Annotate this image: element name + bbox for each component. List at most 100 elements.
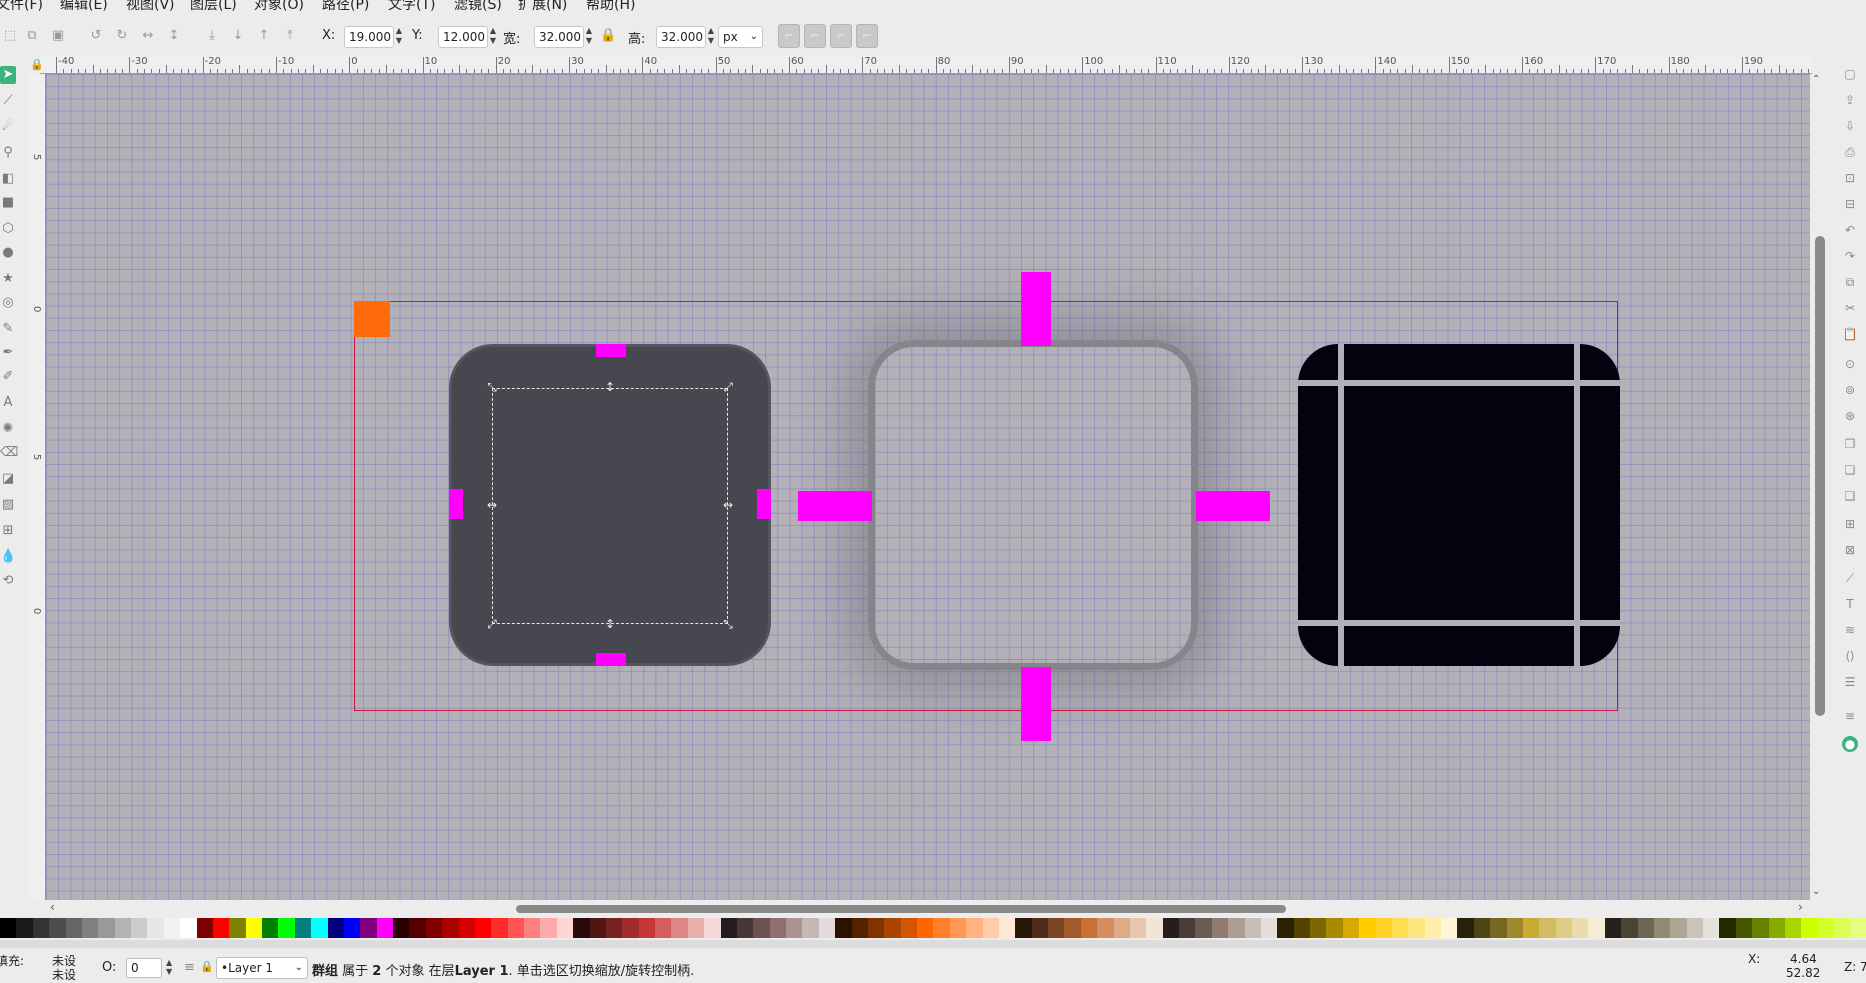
group-icon[interactable]: ⊞ (1842, 516, 1858, 532)
menu-path[interactable]: 路径(P) (322, 0, 369, 12)
color-swatch[interactable] (1031, 918, 1048, 938)
color-swatch[interactable] (1768, 918, 1785, 938)
scale-handle-nw-icon[interactable]: ⤡ (485, 380, 499, 394)
selector-tool-icon[interactable]: ➤ (0, 66, 16, 84)
pencil-tool-icon[interactable]: ✎ (0, 320, 16, 338)
menu-view[interactable]: 视图(V) (126, 0, 175, 12)
color-swatch[interactable] (1359, 918, 1376, 938)
unlink-clone-icon[interactable]: ❑ (1842, 488, 1858, 504)
color-swatch[interactable] (98, 918, 115, 938)
rotate-ccw-icon[interactable]: ↺ (88, 28, 104, 44)
opacity-input[interactable]: 0 (126, 958, 162, 978)
color-swatch[interactable] (1015, 918, 1032, 938)
color-swatch[interactable] (1064, 918, 1081, 938)
color-swatch[interactable] (311, 918, 328, 938)
clone-icon[interactable]: ❏ (1842, 462, 1858, 478)
raise-icon[interactable]: ↑ (256, 28, 272, 44)
fill-stroke-icon[interactable]: ⟋ (1842, 570, 1858, 586)
move-gradients-button[interactable]: ⌐ (830, 24, 852, 48)
gradient-tool-icon[interactable]: ▨ (0, 496, 16, 514)
color-swatch[interactable] (524, 918, 541, 938)
menu-file[interactable]: 文件(F) (0, 0, 43, 12)
stroke-indicator[interactable]: 未设 (52, 966, 76, 983)
color-swatch[interactable] (1686, 918, 1703, 938)
color-swatch[interactable] (1277, 918, 1294, 938)
raise-to-top-icon[interactable]: ⤒ (282, 28, 298, 44)
color-swatch[interactable] (1129, 918, 1147, 938)
color-swatch[interactable] (49, 918, 66, 938)
flip-vertical-icon[interactable]: ↕ (166, 28, 182, 44)
zoom-value[interactable]: 73 (1860, 960, 1866, 974)
color-swatch[interactable] (982, 918, 999, 938)
color-swatch[interactable] (1326, 918, 1343, 938)
color-swatch[interactable] (1637, 918, 1654, 938)
height-input[interactable]: 32.000 (656, 26, 706, 48)
color-swatch[interactable] (949, 918, 967, 938)
color-swatch[interactable] (229, 918, 246, 938)
color-swatch[interactable] (1211, 918, 1229, 938)
color-swatch[interactable] (1817, 918, 1834, 938)
color-swatch[interactable] (1604, 918, 1622, 938)
color-swatch[interactable] (573, 918, 590, 938)
color-swatch[interactable] (589, 918, 606, 938)
color-swatch[interactable] (245, 918, 262, 938)
icon-outline-rounded-square[interactable] (868, 340, 1198, 670)
cut-icon[interactable]: ✂ (1842, 300, 1858, 316)
text-tool-icon[interactable]: A (0, 394, 16, 412)
print-icon[interactable]: ⎙ (1842, 144, 1858, 160)
color-swatch[interactable] (1621, 918, 1638, 938)
color-swatch[interactable] (1260, 918, 1278, 938)
x-stepper-icon[interactable]: ▲ ▼ (394, 26, 404, 48)
color-swatch[interactable] (1834, 918, 1851, 938)
scale-handle-se-icon[interactable]: ⤡ (721, 617, 735, 631)
scale-stroke-button[interactable]: ⌐ (778, 24, 800, 48)
color-swatch[interactable] (704, 918, 721, 938)
dropper-tool-icon[interactable]: 💧 (0, 548, 16, 566)
ellipse-tool-icon[interactable]: ● (0, 244, 16, 262)
color-swatch[interactable] (1179, 918, 1196, 938)
color-swatch[interactable] (687, 918, 705, 938)
color-swatch[interactable] (1719, 918, 1736, 938)
color-swatch[interactable] (1293, 918, 1310, 938)
ruler-top[interactable]: -40 -30 -20 -10 0 10 20 30 40 50 60 70 80 90 100 110 120… (40, 56, 1812, 74)
rectangle-tool-icon[interactable]: ■ (0, 194, 16, 212)
move-patterns-button[interactable]: ⌐ (856, 24, 878, 48)
color-swatch[interactable] (1555, 918, 1572, 938)
color-swatch[interactable] (458, 918, 475, 938)
connector-tool-icon[interactable]: ⟲ (0, 572, 16, 590)
menu-extensions[interactable]: 扩展(N) (518, 0, 567, 12)
lower-to-bottom-icon[interactable]: ⤓ (204, 28, 220, 44)
new-document-icon[interactable]: ▢ (1842, 66, 1858, 82)
color-swatch[interactable] (638, 918, 655, 938)
canvas[interactable]: ⤡ ↕ ⤢ ↔ ↔ ⤢ ↕ ⤡ (46, 74, 1810, 900)
color-swatch[interactable] (294, 918, 312, 938)
color-swatch[interactable] (114, 918, 131, 938)
color-swatch[interactable] (769, 918, 786, 938)
color-swatch[interactable] (867, 918, 885, 938)
color-swatch[interactable] (1784, 918, 1802, 938)
scroll-left-icon[interactable]: ‹ (50, 900, 55, 914)
scroll-right-icon[interactable]: › (1798, 900, 1803, 914)
menu-help[interactable]: 帮助(H) (586, 0, 635, 12)
measure-tool-icon[interactable]: ◧ (0, 170, 16, 188)
layer-visibility-icon[interactable]: ≡ (184, 960, 195, 975)
color-swatch[interactable] (835, 918, 852, 938)
color-swatch[interactable] (393, 918, 410, 938)
color-swatch[interactable] (491, 918, 508, 938)
open-icon[interactable]: ⇪ (1842, 92, 1858, 108)
scale-handle-sw-icon[interactable]: ⤢ (485, 617, 499, 631)
menu-object[interactable]: 对象(O) (254, 0, 304, 12)
scroll-down-icon[interactable]: ⌄ (1812, 886, 1820, 897)
color-swatch[interactable] (425, 918, 443, 938)
color-swatch[interactable] (998, 918, 1016, 938)
color-swatch[interactable] (1539, 918, 1556, 938)
color-swatch[interactable] (933, 918, 950, 938)
color-swatch[interactable] (65, 918, 82, 938)
color-swatch[interactable] (1228, 918, 1245, 938)
layers-icon[interactable]: ≋ (1842, 622, 1858, 638)
color-swatch[interactable] (1408, 918, 1425, 938)
color-swatch[interactable] (409, 918, 426, 938)
color-swatch[interactable] (1572, 918, 1589, 938)
color-swatch[interactable] (671, 918, 688, 938)
icon-black-rounded-square[interactable] (1298, 344, 1620, 666)
